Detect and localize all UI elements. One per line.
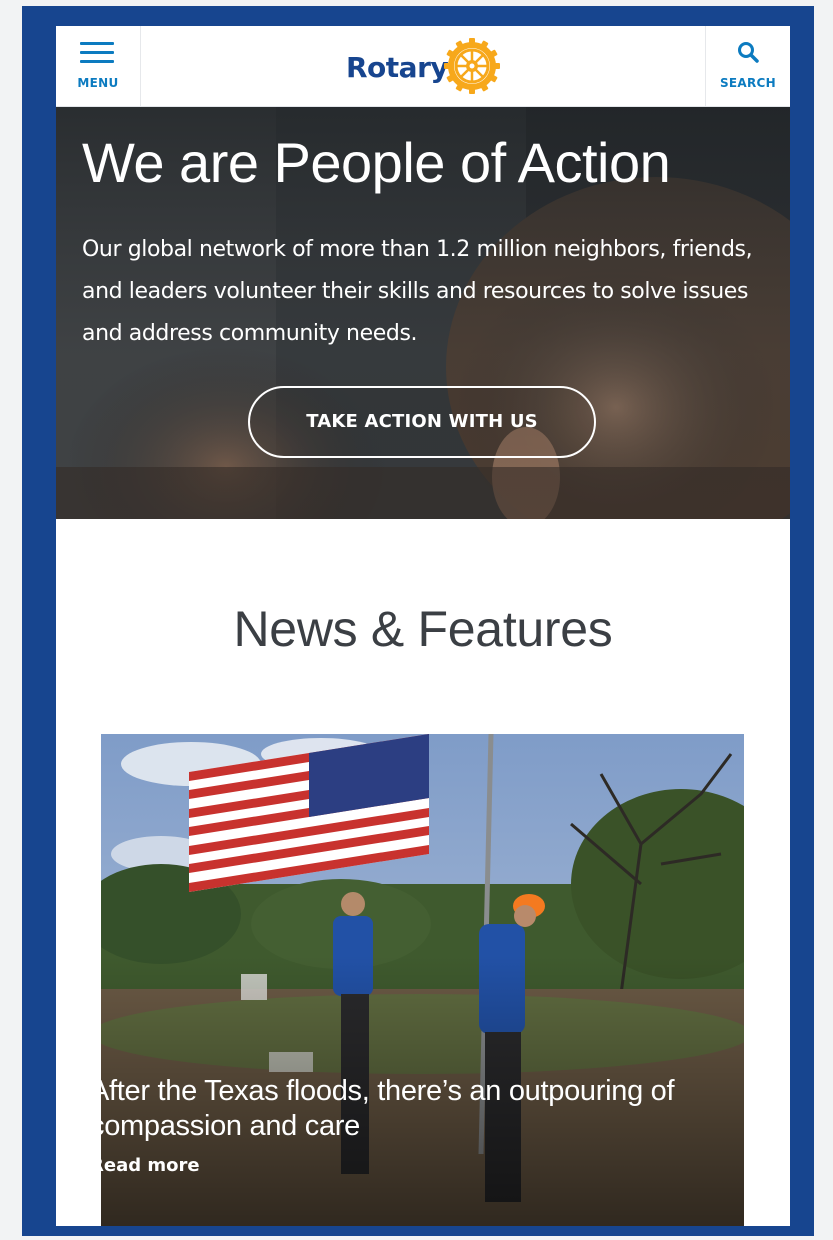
menu-button[interactable]: MENU <box>56 26 141 106</box>
mobile-screen: MENU Rotary SEARCH We are People of Acti… <box>56 26 790 1226</box>
search-label: SEARCH <box>719 76 777 90</box>
news-card-headline[interactable]: After the Texas floods, there’s an outpo… <box>101 1074 740 1144</box>
search-icon <box>738 42 759 63</box>
menu-label: MENU <box>77 76 119 90</box>
site-header: MENU Rotary SEARCH <box>56 26 790 107</box>
hamburger-menu-icon <box>80 42 114 64</box>
news-card[interactable]: After the Texas floods, there’s an outpo… <box>101 734 744 1226</box>
search-button[interactable]: SEARCH <box>705 26 790 106</box>
brand-name: Rotary <box>346 51 449 84</box>
hero-description: Our global network of more than 1.2 mill… <box>82 237 753 346</box>
rotary-wheel-icon <box>444 38 500 94</box>
news-section-title: News & Features <box>233 601 613 657</box>
rotary-logo-link[interactable]: Rotary <box>346 34 506 98</box>
hero-title: We are People of Action <box>82 131 671 194</box>
hero-banner: We are People of Action Our global netwo… <box>56 107 790 519</box>
take-action-button[interactable]: TAKE ACTION WITH US <box>248 386 596 458</box>
read-more-link[interactable]: Read more <box>101 1155 200 1176</box>
news-card-photo <box>101 734 744 1226</box>
